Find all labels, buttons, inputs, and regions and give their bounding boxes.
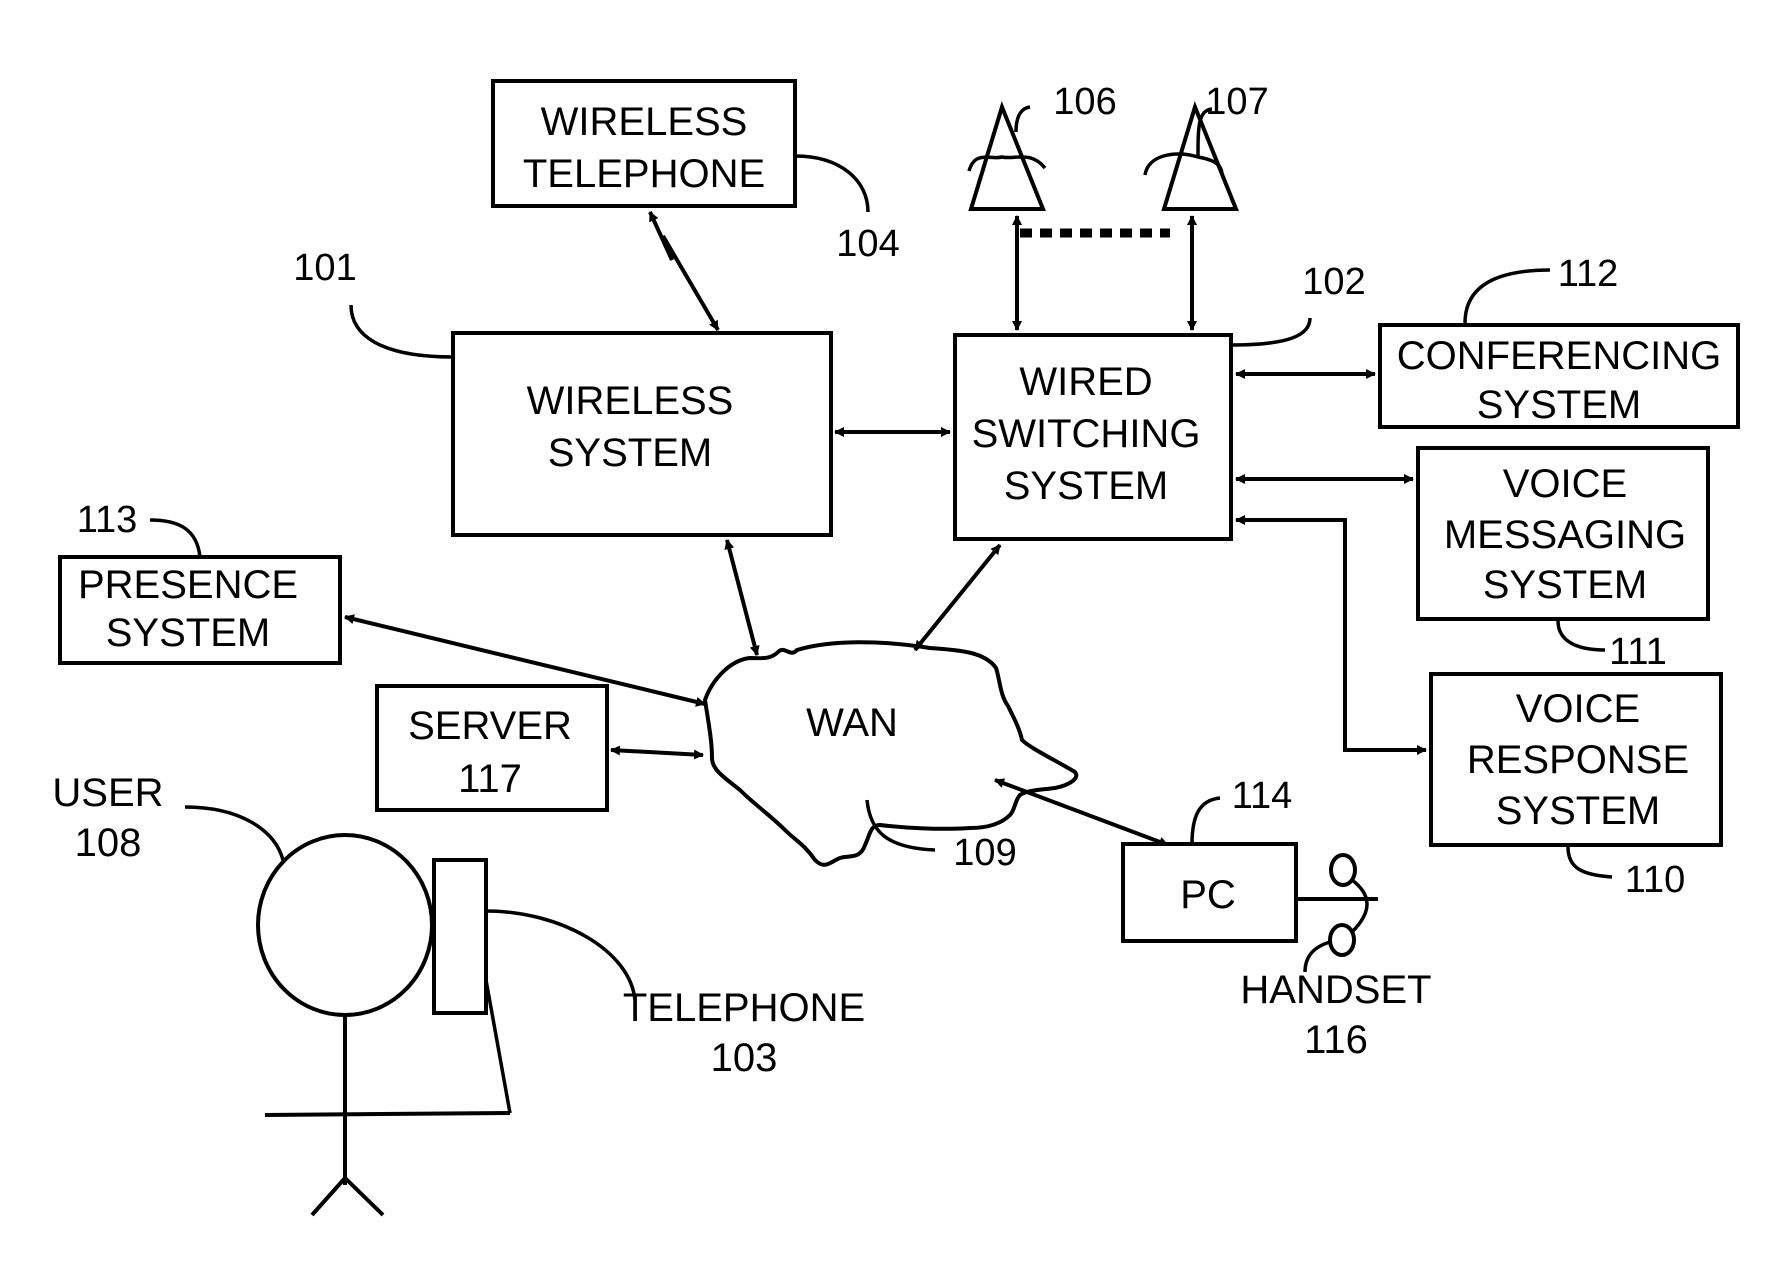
wired-to-voice-response-link (1235, 515, 1427, 755)
conferencing-label-line2: SYSTEM (1477, 383, 1641, 427)
telephone-handset-icon (432, 858, 488, 1015)
pc-ref: 114 (1232, 775, 1293, 817)
antenna-106: 106 (967, 81, 1117, 211)
wan-label: WAN (806, 701, 898, 745)
presence-label-line1: PRESENCE (78, 563, 298, 607)
handset-label-line2: 116 (1304, 1018, 1368, 1062)
wireless-telephone-ref: 104 (836, 223, 899, 265)
telephone-label-line1: TELEPHONE (623, 986, 865, 1030)
telephone-label-line2: 103 (711, 1036, 778, 1080)
server-node: SERVER 117 (375, 684, 609, 812)
antenna-107-ref: 107 (1205, 81, 1268, 123)
wireless-telephone-label-line2: TELEPHONE (523, 152, 765, 196)
wireless-system-label-line2: SYSTEM (548, 431, 712, 475)
telephone-leader (485, 909, 637, 1001)
wired-switching-leader (1230, 317, 1312, 347)
user-legs (310, 1175, 385, 1217)
wireless-telephone-label-line1: WIRELESS (541, 100, 748, 144)
wan-cloud (702, 640, 1079, 867)
wired-switching-ref: 102 (1302, 261, 1365, 303)
voice-response-system-node: VOICE RESPONSE SYSTEM 110 (1429, 672, 1723, 901)
conferencing-leader (1463, 268, 1551, 324)
voice-messaging-system-node: VOICE MESSAGING SYSTEM 111 (1416, 446, 1710, 673)
handset-body-icon (1350, 878, 1369, 934)
voice-response-ref: 110 (1625, 859, 1686, 901)
wireless-system-node: WIRELESS SYSTEM 101 (293, 247, 833, 537)
voice-response-label-line1: VOICE (1516, 687, 1640, 731)
user-label-line1: USER (52, 771, 163, 815)
wireless-telephone-node: WIRELESS TELEPHONE 104 (491, 79, 900, 265)
handset-earpiece-icon (1329, 853, 1357, 887)
conferencing-system-node: CONFERENCING SYSTEM 112 (1378, 253, 1740, 429)
wired-to-wan-link (913, 543, 1002, 652)
wired-switching-label-line1: WIRED (1019, 360, 1152, 404)
handset-label-line1: HANDSET (1240, 968, 1431, 1012)
wireless-system-ref: 101 (293, 247, 356, 289)
presence-ref: 113 (77, 499, 138, 541)
voice-messaging-label-line2: MESSAGING (1444, 513, 1686, 557)
user-arms (264, 1111, 511, 1117)
antenna-107: 107 (1143, 81, 1269, 211)
wired-switching-label-line2: SWITCHING (972, 412, 1201, 456)
wired-switching-label-line3: SYSTEM (1004, 464, 1168, 508)
presence-leader (149, 518, 202, 558)
wan-to-pc-link (994, 778, 1169, 847)
wireless-telephone-leader (794, 154, 870, 213)
wireless-system-leader (349, 304, 454, 359)
presence-system-node: PRESENCE SYSTEM 113 (58, 499, 342, 665)
wireless-link (648, 211, 720, 332)
server-to-wan-link (610, 745, 704, 760)
user-label-line2: 108 (75, 821, 142, 865)
user-head-icon (256, 833, 434, 1017)
voice-response-label-line2: RESPONSE (1467, 738, 1689, 782)
voice-response-leader (1566, 846, 1613, 879)
wireless-system-label-line1: WIRELESS (527, 379, 734, 423)
voice-messaging-leader (1556, 620, 1606, 652)
antenna-106-ref: 106 (1053, 81, 1116, 123)
wireless-to-wan-link (724, 539, 760, 656)
pc-label: PC (1180, 873, 1236, 917)
wan-ref: 109 (953, 832, 1016, 874)
pc-node: PC 114 (1121, 775, 1298, 943)
telephone-node: TELEPHONE 103 (432, 858, 865, 1114)
user-leader (184, 805, 285, 861)
voice-messaging-ref: 111 (1609, 631, 1667, 673)
pc-leader (1190, 796, 1221, 845)
server-label-line2: 117 (458, 757, 522, 801)
wan-node: WAN 109 (702, 640, 1079, 874)
voice-response-label-line3: SYSTEM (1496, 789, 1660, 833)
antenna-106-leader (1014, 105, 1031, 133)
server-label-line1: SERVER (408, 704, 572, 748)
conferencing-label-line1: CONFERENCING (1397, 334, 1721, 378)
presence-label-line2: SYSTEM (106, 611, 270, 655)
conferencing-ref: 112 (1558, 253, 1619, 295)
voice-messaging-label-line1: VOICE (1503, 462, 1627, 506)
system-diagram: WIRELESS TELEPHONE 104 WIRELESS SYSTEM 1… (52, 79, 1740, 1217)
voice-messaging-label-line3: SYSTEM (1483, 563, 1647, 607)
telephone-cord (484, 979, 512, 1114)
handset-mouthpiece-icon (1328, 923, 1356, 957)
wireless-link-zigzag (661, 234, 720, 332)
